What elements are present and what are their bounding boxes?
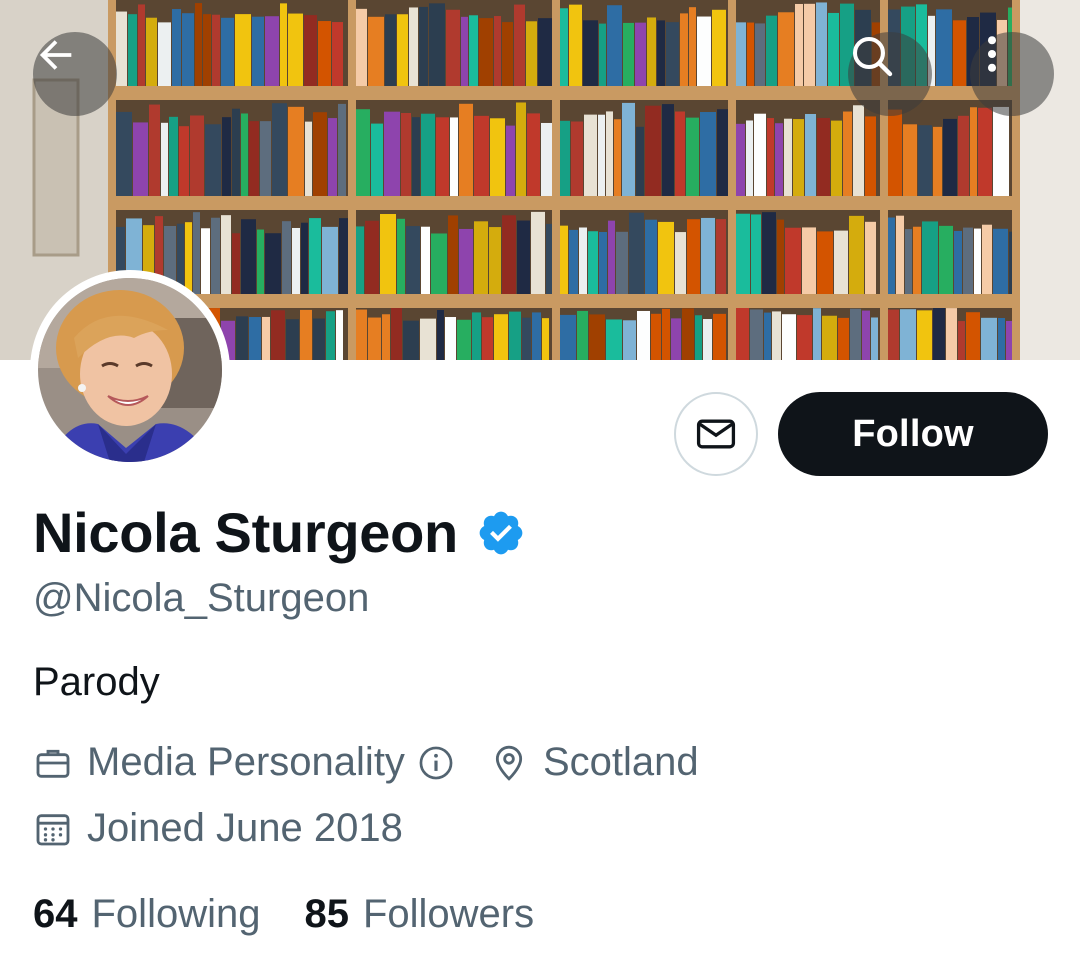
followers-count: 85 (304, 892, 349, 936)
following-count: 64 (33, 892, 78, 936)
search-icon (853, 37, 893, 77)
name-row: Nicola Sturgeon (33, 500, 526, 565)
followers-link[interactable]: 85 Followers (304, 892, 534, 937)
joined-row: Joined June 2018 (33, 806, 403, 851)
message-button[interactable] (674, 392, 758, 476)
follow-stats: 64 Following 85 Followers (33, 892, 534, 937)
follow-button[interactable]: Follow (778, 392, 1048, 476)
verified-badge-icon[interactable] (476, 508, 526, 558)
briefcase-icon (33, 743, 73, 783)
location-text: Scotland (542, 740, 699, 784)
avatar-image (38, 278, 222, 462)
info-icon[interactable] (417, 744, 455, 782)
envelope-icon (696, 419, 736, 449)
display-name: Nicola Sturgeon (33, 501, 458, 564)
profile-meta-row: Media Personality Scotland (33, 740, 699, 785)
followers-label: Followers (362, 892, 535, 936)
joined-date: Joined June 2018 (87, 806, 403, 850)
search-button[interactable] (848, 32, 932, 116)
professional-category: Media Personality (87, 740, 405, 784)
bio-text: Parody (33, 660, 160, 704)
calendar-icon (33, 809, 73, 849)
back-button[interactable] (33, 32, 117, 116)
arrow-left-icon (39, 40, 72, 70)
following-link[interactable]: 64 Following (33, 892, 260, 937)
more-options-button[interactable] (970, 32, 1054, 116)
following-label: Following (91, 892, 261, 936)
more-vertical-icon (987, 36, 997, 72)
user-handle: @Nicola_Sturgeon (33, 576, 370, 620)
avatar[interactable] (30, 270, 230, 470)
location-pin-icon (489, 743, 529, 783)
